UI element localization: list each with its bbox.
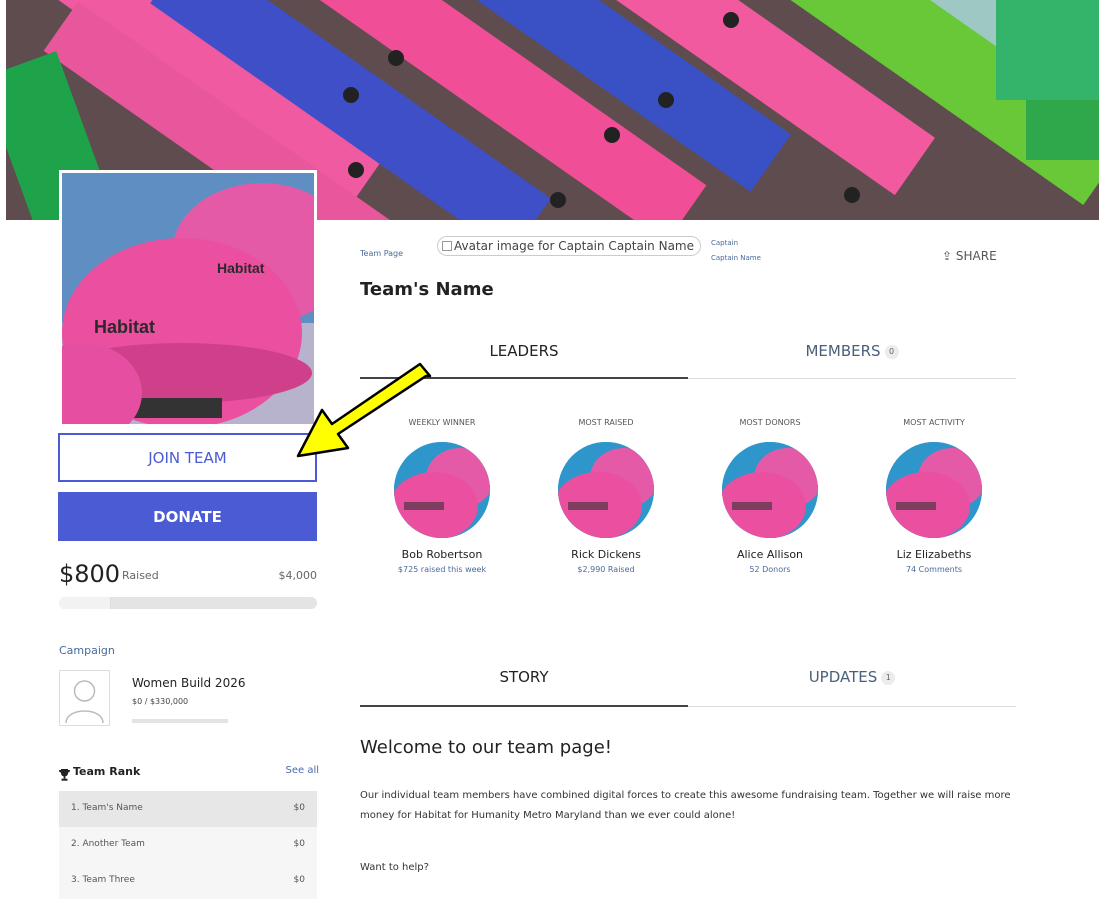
rank-amount: $0 [293,875,305,885]
rank-row[interactable]: 1. Team's Name $0 [59,791,317,827]
leader-stat: $725 raised this week [397,565,487,574]
goal-amount: $4,000 [278,569,318,582]
tab-leaders[interactable]: LEADERS [360,342,688,360]
rank-team-name: 2. Another Team [71,839,145,849]
rank-team-name: 3. Team Three [71,875,135,885]
leader-category: MOST ACTIVITY [903,418,965,427]
raised-summary: $800 Raised $4,000 [59,560,317,590]
annotation-arrow-icon [290,362,440,472]
leader-name: Rick Dickens [571,548,641,561]
leader-stat: 52 Donors [749,565,791,574]
rank-amount: $0 [293,839,305,849]
leader-name: Liz Elizabeths [896,548,972,561]
rank-row[interactable]: 3. Team Three $0 [59,863,317,899]
campaign-name[interactable]: Women Build 2026 [132,676,245,690]
story-body: Our individual team members have combine… [360,790,1011,821]
captain-name-link[interactable]: Captain Name [711,254,761,262]
campaign-card[interactable]: Women Build 2026 $0 / $330,000 [59,670,317,728]
svg-text:Habitat: Habitat [217,260,265,276]
leader-avatar [558,442,654,538]
leader-stat: $2,990 Raised [577,565,635,574]
leader-card[interactable]: MOST ACTIVITY Liz Elizabeths 74 Comments [852,418,1016,574]
broken-image-icon [442,241,452,251]
leader-card[interactable]: MOST DONORS Alice Allison 52 Donors [688,418,852,574]
fundraising-progress-bar [59,597,317,609]
svg-text:Habitat: Habitat [94,317,155,337]
tab-members-label: MEMBERS [805,342,881,360]
leader-avatar [722,442,818,538]
leader-avatar [886,442,982,538]
see-all-link[interactable]: See all [285,765,319,776]
raised-amount: $800 [59,560,121,588]
share-button[interactable]: ⇪ SHARE [942,249,997,263]
team-name-title: Team's Name [360,279,494,300]
team-rank-title: Team Rank [73,765,141,778]
team-rank-header: Team Rank See all [59,764,319,782]
donate-button[interactable]: DONATE [58,492,317,541]
tab-divider [688,378,1016,379]
members-count-badge: 0 [884,344,899,359]
campaign-label: Campaign [59,644,115,657]
trophy-icon [59,766,70,781]
leader-name: Alice Allison [736,548,804,561]
story-help-text: Want to help? [360,862,429,873]
share-icon: ⇪ [942,249,953,263]
tab-story[interactable]: STORY [360,668,688,686]
rank-team-name: 1. Team's Name [71,803,143,813]
tab-updates-label: UPDATES [808,668,878,686]
team-profile-image: Habitat Habitat [59,170,317,427]
leader-category: MOST RAISED [578,418,634,427]
captain-label: Captain [711,239,739,247]
team-page-label: Team Page [360,249,404,258]
join-team-button[interactable]: JOIN TEAM [58,433,317,482]
tab-members[interactable]: MEMBERS 0 [688,342,1016,360]
leader-stat: 74 Comments [905,565,963,574]
rank-row[interactable]: 2. Another Team $0 [59,827,317,863]
campaign-avatar-placeholder [59,670,110,726]
share-label: SHARE [955,249,997,263]
updates-count-badge: 1 [881,670,896,685]
leader-card[interactable]: MOST RAISED Rick Dickens $2,990 Raised [524,418,688,574]
rank-amount: $0 [293,803,305,813]
leader-category: MOST DONORS [739,418,801,427]
leader-name: Bob Robertson [401,548,483,561]
progress-fill [59,597,111,609]
story-title: Welcome to our team page! [360,737,612,758]
captain-avatar-alt-text: Avatar image for Captain Captain Name [454,239,694,253]
tab-divider [688,706,1016,707]
raised-label: Raised [122,569,159,582]
captain-avatar-image: Avatar image for Captain Captain Name [437,236,701,256]
active-tab-underline [360,705,688,707]
campaign-progress-bar [132,719,228,723]
campaign-amount: $0 / $330,000 [132,697,189,706]
tab-updates[interactable]: UPDATES 1 [688,668,1016,686]
